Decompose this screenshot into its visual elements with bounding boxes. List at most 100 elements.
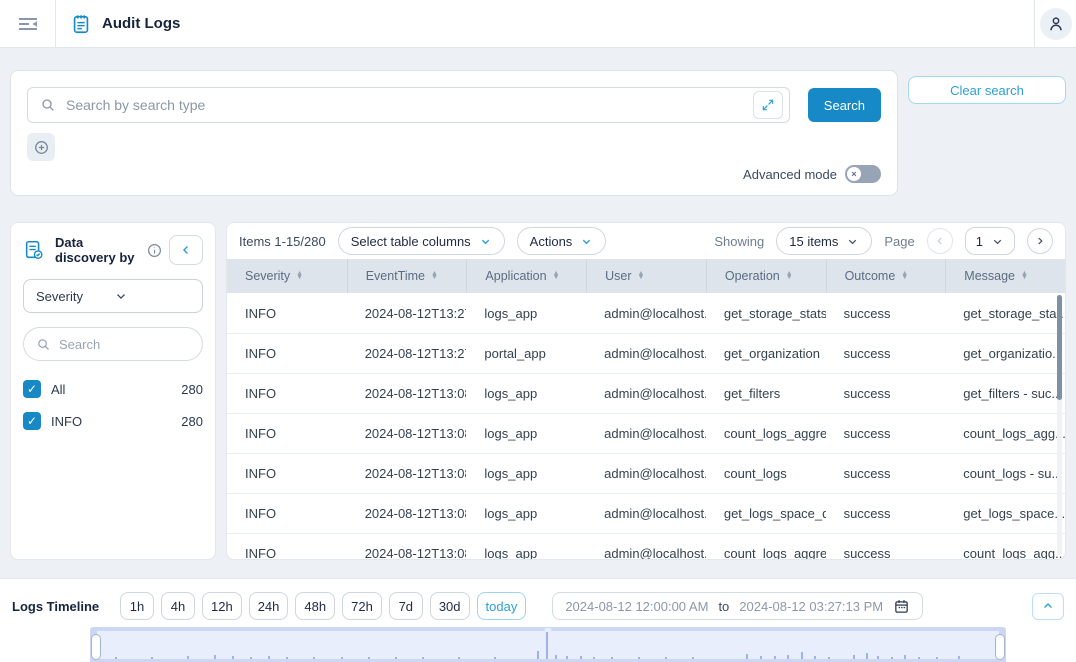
collapse-timeline-button[interactable]: [1032, 593, 1064, 620]
collapse-sidebar-button[interactable]: [169, 235, 203, 265]
column-header-message[interactable]: Message▲▼: [945, 259, 1065, 293]
range-button-4h[interactable]: 4h: [161, 592, 195, 620]
sort-icon[interactable]: ▲▼: [431, 272, 438, 280]
chevron-up-icon: [1041, 599, 1055, 613]
histogram-bar: [115, 657, 117, 659]
histogram-bar: [936, 657, 938, 659]
table-cell: get_filters: [706, 374, 826, 413]
chevron-left-icon: [179, 243, 193, 257]
table-row[interactable]: INFO2024-08-12T13:08:...logs_appadmin@lo…: [227, 373, 1065, 413]
table-cell: success: [826, 374, 946, 413]
table-scrollbar-thumb[interactable]: [1057, 295, 1062, 400]
range-button-7d[interactable]: 7d: [389, 592, 423, 620]
collapse-menu-button[interactable]: [0, 0, 56, 48]
column-header-severity[interactable]: Severity▲▼: [227, 259, 347, 293]
sort-icon[interactable]: ▲▼: [296, 272, 303, 280]
search-input-box[interactable]: [27, 87, 790, 123]
column-header-eventtime[interactable]: EventTime▲▼: [347, 259, 467, 293]
range-button-today[interactable]: today: [477, 592, 527, 620]
items-count-label: Items 1-15/280: [239, 234, 326, 249]
actions-button[interactable]: Actions: [517, 227, 607, 255]
search-button[interactable]: Search: [808, 88, 881, 122]
facet-item-all[interactable]: ✓All280: [23, 373, 203, 405]
brush-handle-right[interactable]: [995, 634, 1005, 660]
calendar-icon[interactable]: [893, 598, 910, 615]
column-header-label: Operation: [725, 269, 780, 283]
sort-icon[interactable]: ▲▼: [553, 272, 560, 280]
range-button-48h[interactable]: 48h: [295, 592, 335, 620]
table-cell: INFO: [227, 534, 347, 560]
facet-item-info[interactable]: ✓INFO280: [23, 405, 203, 437]
date-from-value: 2024-08-12 12:00:00 AM: [565, 599, 708, 614]
table-cell: logs_app: [466, 293, 586, 333]
facet-item-count: 280: [181, 414, 203, 429]
column-header-outcome[interactable]: Outcome▲▼: [826, 259, 946, 293]
search-input[interactable]: [66, 97, 753, 113]
page-number-value: 1: [976, 234, 983, 249]
facet-field-select[interactable]: Severity: [23, 279, 203, 313]
column-header-user[interactable]: User▲▼: [586, 259, 706, 293]
column-header-application[interactable]: Application ▲▼: [466, 259, 586, 293]
top-bar: Audit Logs: [0, 0, 1076, 48]
sort-icon[interactable]: ▲▼: [786, 272, 793, 280]
advanced-mode-toggle[interactable]: ×: [845, 165, 881, 183]
histogram-bar: [268, 656, 270, 659]
date-to-value: 2024-08-12 03:27:13 PM: [739, 599, 883, 614]
previous-page-button[interactable]: [927, 228, 953, 254]
column-header-label: Application: [485, 269, 546, 283]
table-cell: INFO: [227, 494, 347, 533]
table-row[interactable]: INFO2024-08-12T13:27:...portal_appadmin@…: [227, 333, 1065, 373]
range-button-1h[interactable]: 1h: [120, 592, 154, 620]
table-cell: get_organization: [706, 334, 826, 373]
checkbox-checked-icon[interactable]: ✓: [23, 412, 41, 430]
sort-icon[interactable]: ▲▼: [901, 272, 908, 280]
timeline-selection[interactable]: [97, 631, 999, 659]
clear-search-button[interactable]: Clear search: [908, 76, 1066, 104]
histogram-bar: [537, 651, 539, 659]
histogram-bar: [866, 653, 868, 659]
chevron-down-icon: [991, 235, 1004, 248]
range-button-24h[interactable]: 24h: [249, 592, 289, 620]
add-search-row-button[interactable]: [27, 133, 55, 161]
sort-icon[interactable]: ▲▼: [638, 272, 645, 280]
histogram-bar: [494, 657, 496, 659]
table-row[interactable]: INFO2024-08-12T13:08:...logs_appadmin@lo…: [227, 453, 1065, 493]
facet-search-input[interactable]: [59, 337, 235, 352]
table-cell: count_logs_agg...: [945, 534, 1065, 560]
facet-item-label: All: [51, 382, 181, 397]
facet-search-box[interactable]: [23, 327, 203, 361]
table-cell: 2024-08-12T13:08:...: [347, 534, 467, 560]
table-cell: 2024-08-12T13:08:...: [347, 374, 467, 413]
column-header-operation[interactable]: Operation ▲▼: [706, 259, 826, 293]
brush-handle-left[interactable]: [91, 634, 101, 660]
select-table-columns-button[interactable]: Select table columns: [338, 227, 505, 255]
table-row[interactable]: INFO2024-08-12T13:08:...logs_appadmin@lo…: [227, 413, 1065, 453]
data-discovery-icon: [23, 239, 45, 261]
info-icon[interactable]: [146, 242, 163, 259]
table-row[interactable]: INFO2024-08-12T13:08:...logs_appadmin@lo…: [227, 493, 1065, 533]
table-cell: get_storage_stats: [706, 293, 826, 333]
table-row[interactable]: INFO2024-08-12T13:27:...logs_appadmin@lo…: [227, 293, 1065, 333]
table-cell: INFO: [227, 374, 347, 413]
table-row[interactable]: INFO2024-08-12T13:08:...logs_appadmin@lo…: [227, 533, 1065, 560]
checkbox-checked-icon[interactable]: ✓: [23, 380, 41, 398]
table-body: INFO2024-08-12T13:27:...logs_appadmin@lo…: [227, 293, 1065, 560]
range-button-12h[interactable]: 12h: [202, 592, 242, 620]
expand-search-button[interactable]: [753, 91, 783, 119]
search-icon: [36, 337, 51, 352]
date-range-picker[interactable]: 2024-08-12 12:00:00 AM to 2024-08-12 03:…: [552, 592, 923, 620]
page-size-select[interactable]: 15 items: [776, 227, 872, 255]
next-page-button[interactable]: [1027, 228, 1053, 254]
table-cell: get_logs_space_dis...: [706, 494, 826, 533]
table-cell: logs_app: [466, 494, 586, 533]
histogram-bar: [891, 657, 893, 659]
histogram-bar: [877, 656, 879, 659]
range-button-30d[interactable]: 30d: [430, 592, 470, 620]
range-button-72h[interactable]: 72h: [342, 592, 382, 620]
sort-icon[interactable]: ▲▼: [1021, 272, 1028, 280]
plus-circle-icon: [33, 139, 50, 156]
timeline-brush[interactable]: [90, 627, 1006, 662]
page-number-select[interactable]: 1: [965, 227, 1015, 255]
logs-timeline-panel: Logs Timeline 1h4h12h24h48h72h7d30dtoday…: [0, 578, 1076, 662]
user-avatar[interactable]: [1040, 8, 1072, 40]
